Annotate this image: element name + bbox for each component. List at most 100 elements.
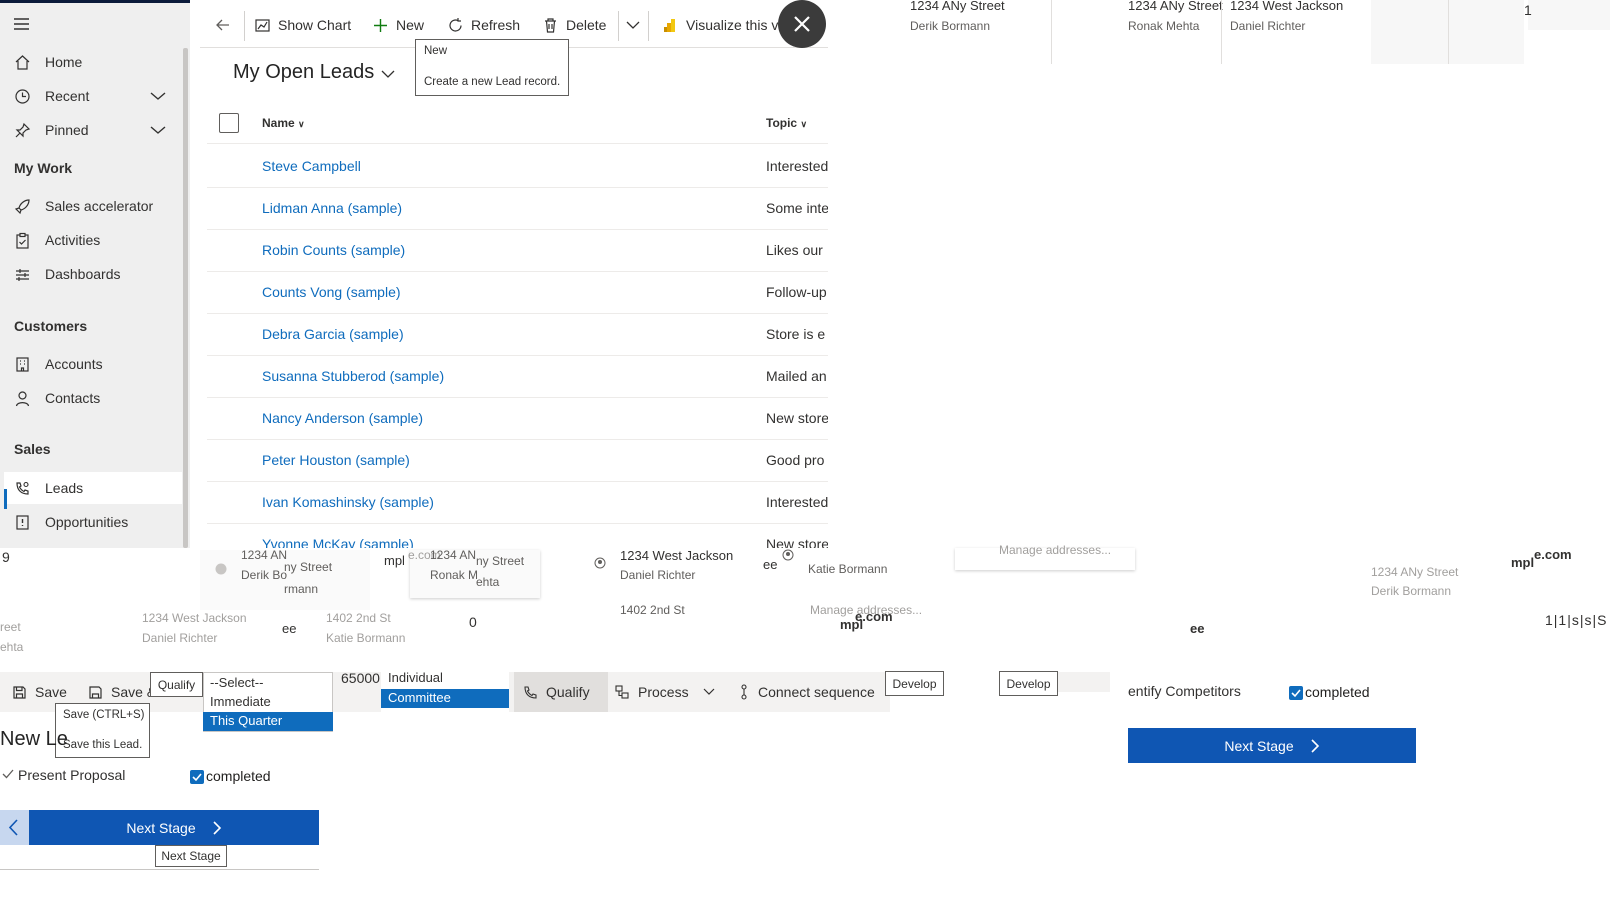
lead-name-link[interactable]: Nancy Anderson (sample) — [262, 410, 423, 426]
table-row[interactable]: Peter Houston (sample) Good pro — [207, 440, 828, 482]
lead-name-link[interactable]: Susanna Stubberod (sample) — [262, 368, 444, 384]
tooltip-title: New — [424, 45, 448, 57]
process-button[interactable]: Process — [614, 674, 715, 710]
nav-label: Sales accelerator — [45, 198, 154, 214]
lead-topic: Interested — [766, 494, 828, 510]
owner-fragment: Ronak M — [430, 568, 479, 582]
divider — [244, 11, 245, 41]
nav-item-sales-accelerator[interactable]: Sales accelerator — [0, 190, 180, 222]
table-row[interactable]: Nancy Anderson (sample) New store — [207, 398, 828, 440]
column-header-name[interactable]: Name ∨ — [262, 116, 305, 130]
table-row[interactable]: Yvonne McKay (sample) New store — [207, 524, 828, 548]
table-row[interactable]: Debra Garcia (sample) Store is e — [207, 314, 828, 356]
table-row[interactable]: Robin Counts (sample) Likes our — [207, 230, 828, 272]
address-fragment: 1234 West Jackson — [142, 611, 247, 625]
next-stage-button[interactable]: Next Stage — [29, 810, 319, 845]
qualify-button[interactable]: Qualify — [522, 674, 590, 710]
nav-item-activities[interactable]: Activities — [0, 224, 180, 256]
chevron-down-icon[interactable] — [381, 67, 395, 81]
column-label: Topic — [766, 116, 798, 130]
nav-item-pinned[interactable]: Pinned — [0, 114, 180, 146]
address-fragment: 1234 ANy Street — [1371, 565, 1459, 579]
table-row[interactable]: Ivan Komashinsky (sample) Interested — [207, 482, 828, 524]
opportunity-icon — [14, 514, 31, 531]
clipboard-icon — [14, 232, 31, 249]
next-stage-button[interactable]: Next Stage — [1128, 728, 1416, 763]
lead-name-link[interactable]: Yvonne McKay (sample) — [262, 536, 414, 548]
dropdown-option-selected[interactable]: Committee — [381, 689, 509, 708]
nav-scrollbar[interactable] — [183, 48, 188, 548]
lead-name-link[interactable]: Steve Campbell — [262, 158, 361, 174]
more-commands-button[interactable] — [626, 3, 640, 47]
table-row[interactable]: Lidman Anna (sample) Some interest — [207, 188, 828, 230]
nav-item-recent[interactable]: Recent — [0, 80, 180, 112]
close-icon — [794, 16, 810, 32]
dropdown-option[interactable]: Individual — [388, 670, 443, 685]
nav-label: Recent — [45, 88, 90, 104]
nav-item-dashboards[interactable]: Dashboards — [0, 258, 180, 290]
hamburger-menu-icon[interactable] — [12, 15, 32, 33]
dropdown-option[interactable]: --Select-- — [210, 675, 263, 690]
show-chart-button[interactable]: Show Chart — [254, 3, 351, 47]
table-row[interactable]: Susanna Stubberod (sample) Mailed an — [207, 356, 828, 398]
chevron-left-icon — [8, 819, 18, 836]
chevron-down-icon — [626, 21, 640, 29]
chevron-down-icon[interactable] — [150, 123, 166, 137]
budget-amount-input[interactable]: 65000 — [341, 670, 380, 686]
purchase-process-dropdown[interactable]: Individual Committee — [381, 670, 509, 712]
lead-name-link[interactable]: Counts Vong (sample) — [262, 284, 401, 300]
next-stage-label: Next Stage — [126, 819, 196, 836]
table-row[interactable]: Steve Campbell Interested — [207, 146, 828, 188]
email-fragment: e.com — [1534, 547, 1572, 562]
dropdown-option[interactable]: Immediate — [210, 694, 271, 709]
dashboard-icon — [14, 266, 31, 283]
previous-stage-button[interactable] — [0, 810, 29, 845]
owner-fragment: Katie Bormann — [326, 631, 406, 645]
chevron-down-icon[interactable] — [150, 89, 166, 103]
nav-item-home[interactable]: Home — [0, 46, 180, 78]
close-button[interactable] — [778, 0, 826, 48]
pin-icon — [14, 122, 31, 139]
save-icon — [12, 685, 27, 700]
lead-topic: New store — [766, 410, 828, 426]
nav-item-opportunities[interactable]: Opportunities — [0, 506, 180, 538]
column-header-topic[interactable]: Topic ∨ — [766, 116, 807, 130]
new-label: New — [396, 17, 425, 33]
nav-item-leads[interactable]: Leads — [4, 472, 182, 504]
nav-item-contacts[interactable]: Contacts — [0, 382, 180, 414]
table-row[interactable]: Counts Vong (sample) Follow-up — [207, 272, 828, 314]
qualify-label: Qualify — [546, 684, 590, 700]
visualize-button[interactable]: Visualize this view — [662, 3, 782, 47]
completed-checkbox[interactable] — [1289, 686, 1303, 700]
lead-name-link[interactable]: Ivan Komashinsky (sample) — [262, 494, 434, 510]
nav-item-accounts[interactable]: Accounts — [0, 348, 180, 380]
column-label: Name — [262, 116, 295, 130]
lead-name-link[interactable]: Peter Houston (sample) — [262, 452, 410, 468]
panel-fragment — [1528, 0, 1610, 30]
nav-label: Opportunities — [45, 514, 129, 530]
show-chart-label: Show Chart — [278, 17, 352, 33]
input-fragment[interactable]: 1|1|s|s|S — [1545, 612, 1607, 628]
address-fragment: 1234 AN — [241, 548, 288, 562]
back-button[interactable] — [214, 3, 232, 47]
owner-fragment: ehta — [0, 640, 24, 654]
lead-name-link[interactable]: Lidman Anna (sample) — [262, 200, 402, 216]
connect-sequence-button[interactable]: Connect sequence — [738, 674, 875, 710]
dropdown-option-selected[interactable]: This Quarter — [203, 712, 333, 731]
input-fragment[interactable]: 0 — [469, 614, 477, 630]
select-all-checkbox[interactable] — [219, 113, 239, 133]
grid-body: Steve Campbell Interested Lidman Anna (s… — [200, 146, 828, 548]
view-selector-title[interactable]: My Open Leads — [233, 61, 374, 84]
lead-name-link[interactable]: Robin Counts (sample) — [262, 242, 405, 258]
completed-checkbox[interactable] — [190, 770, 204, 784]
save-close-icon — [88, 685, 103, 700]
lead-name-link[interactable]: Debra Garcia (sample) — [262, 326, 404, 342]
tooltip-description: Create a new Lead record. — [424, 76, 561, 88]
address-fragment: reet — [0, 620, 21, 634]
timeframe-dropdown[interactable]: --Select-- Immediate This Quarter — [203, 672, 333, 732]
nav-label: Home — [45, 54, 83, 70]
qualify-tooltip-box: Qualify — [150, 672, 203, 697]
input-fragment[interactable]: 9 — [2, 549, 10, 565]
address-fragment: 1234 AN — [430, 548, 477, 562]
text-cursor-value[interactable]: 1 — [1524, 2, 1532, 18]
